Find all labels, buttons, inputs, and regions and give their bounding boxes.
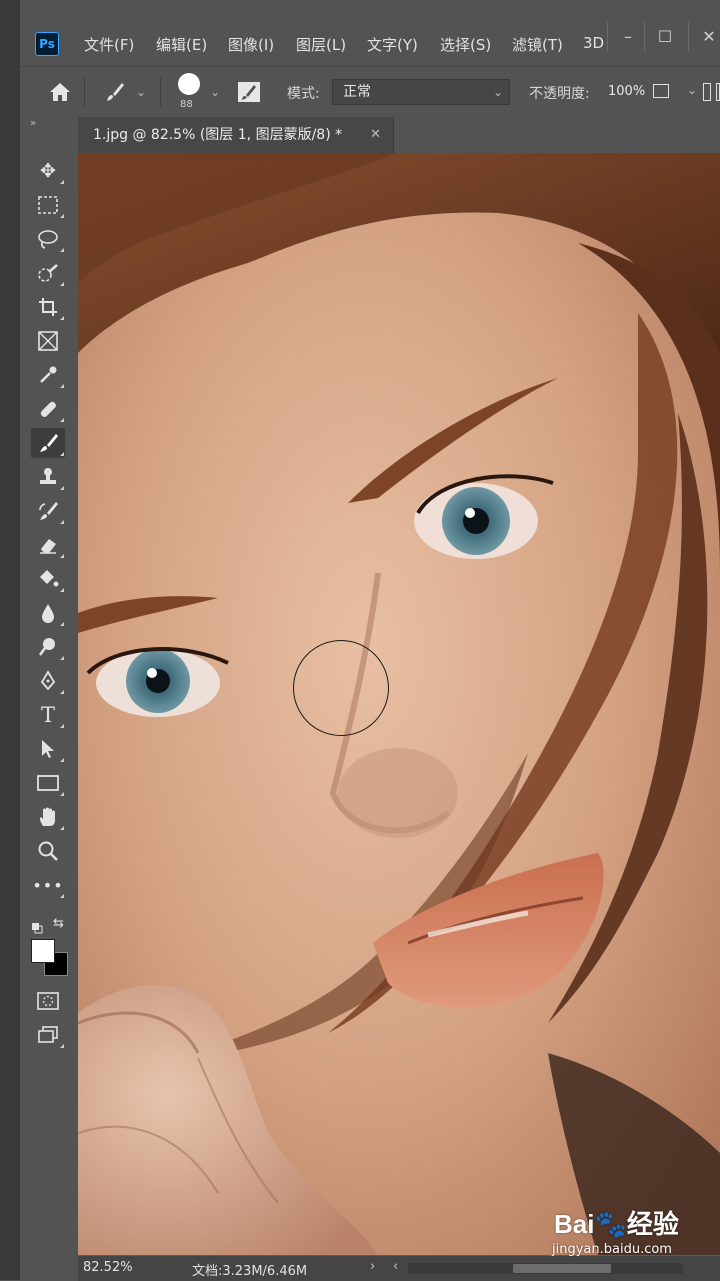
move-icon[interactable]: ✥: [31, 156, 65, 186]
collapse-panel-icon[interactable]: »: [30, 118, 36, 129]
rectangle-icon[interactable]: [31, 768, 65, 798]
opacity-label: 不透明度:: [529, 86, 590, 102]
chevron-down-icon[interactable]: ⌄: [687, 83, 697, 97]
eyedropper-icon[interactable]: [31, 360, 65, 390]
zoom-level[interactable]: 82.52%: [83, 1260, 133, 1275]
tab-strip: [394, 117, 720, 153]
brush-tip-icon[interactable]: [178, 73, 200, 95]
mode-label: 模式:: [287, 86, 320, 102]
rect-marquee-icon[interactable]: [31, 190, 65, 220]
type-icon[interactable]: T: [31, 700, 65, 730]
quick-mask-icon[interactable]: [31, 986, 65, 1016]
separator: [84, 77, 85, 107]
eraser-icon[interactable]: [31, 530, 65, 560]
swap-colors-icon[interactable]: ⇆: [53, 916, 64, 931]
crop-icon[interactable]: [31, 292, 65, 322]
menu-image[interactable]: 图像(I): [228, 34, 274, 55]
mode-select[interactable]: 正常 ⌄: [332, 79, 510, 105]
minimize-button[interactable]: –: [607, 22, 648, 52]
chevron-left-icon[interactable]: ‹: [393, 1259, 398, 1274]
zoom-icon[interactable]: [31, 836, 65, 866]
close-window-button[interactable]: ✕: [688, 22, 720, 52]
menu-3d[interactable]: 3D: [583, 34, 604, 52]
brush-size-value: 88: [180, 99, 193, 110]
close-icon[interactable]: ✕: [370, 117, 381, 153]
opacity-input[interactable]: 100%: [608, 81, 650, 103]
brush-settings-panel-icon[interactable]: [238, 82, 260, 102]
stamp-icon[interactable]: [31, 462, 65, 492]
ellipsis-icon[interactable]: •••: [31, 870, 65, 900]
pressure-opacity-icon[interactable]: [703, 83, 711, 101]
watermark-url: jingyan.baidu.com: [552, 1242, 672, 1257]
portrait-image: [78, 153, 720, 1255]
menu-filter[interactable]: 滤镜(T): [512, 34, 563, 55]
window-edge: [0, 0, 20, 1280]
separator: [160, 77, 161, 107]
bandage-icon[interactable]: [31, 394, 65, 424]
options-bar: ⌄ 88 ⌄ 模式: 正常 ⌄ 不透明度: 100% ⌄: [20, 66, 720, 118]
lasso-icon[interactable]: [31, 224, 65, 254]
brush-preset-icon[interactable]: [104, 81, 126, 107]
tools-panel: » ✥ T ••• ⇆: [20, 116, 79, 1280]
menu-bar: Ps 文件(F) 编辑(E) 图像(I) 图层(L) 文字(Y) 选择(S) 滤…: [20, 22, 720, 66]
chevron-down-icon: ⌄: [492, 85, 503, 99]
pen-icon[interactable]: [31, 666, 65, 696]
menu-layer[interactable]: 图层(L): [296, 34, 346, 55]
default-colors-icon[interactable]: [31, 919, 43, 938]
dodge-icon[interactable]: [31, 632, 65, 662]
menu-edit[interactable]: 编辑(E): [156, 34, 207, 55]
document-size: 文档:3.23M/6.46M: [192, 1264, 308, 1279]
arrow-icon[interactable]: [31, 734, 65, 764]
flow-icon[interactable]: [716, 83, 720, 101]
brush-icon[interactable]: [31, 428, 65, 458]
mode-value: 正常: [343, 84, 371, 100]
chevron-right-icon[interactable]: ›: [370, 1259, 375, 1274]
document-title: 1.jpg @ 82.5% (图层 1, 图层蒙版/8) *: [93, 127, 343, 143]
opacity-slider-icon[interactable]: [653, 84, 669, 98]
chevron-down-icon[interactable]: ⌄: [136, 85, 146, 99]
quick-select-icon[interactable]: [31, 258, 65, 288]
baidu-jingyan-watermark: Bai🐾经验 jingyan.baidu.com: [548, 1198, 718, 1262]
brush-cursor: [293, 640, 389, 736]
maximize-button[interactable]: ☐: [644, 22, 685, 52]
home-icon[interactable]: [48, 81, 72, 107]
menu-type[interactable]: 文字(Y): [367, 34, 418, 55]
scrollbar-thumb[interactable]: [513, 1264, 611, 1273]
foreground-color-swatch[interactable]: [31, 939, 55, 963]
menu-select[interactable]: 选择(S): [440, 34, 491, 55]
chevron-down-icon[interactable]: ⌄: [210, 85, 220, 99]
screen-mode-icon[interactable]: [31, 1020, 65, 1050]
menu-file[interactable]: 文件(F): [84, 34, 134, 55]
document-canvas[interactable]: [78, 153, 720, 1255]
drop-icon[interactable]: [31, 598, 65, 628]
horizontal-scrollbar[interactable]: [408, 1263, 683, 1274]
hand-icon[interactable]: [31, 802, 65, 832]
bucket-icon[interactable]: [31, 564, 65, 594]
photoshop-logo-icon[interactable]: Ps: [35, 32, 59, 56]
watermark-logo: Bai🐾经验: [554, 1209, 679, 1239]
document-tab[interactable]: 1.jpg @ 82.5% (图层 1, 图层蒙版/8) * ✕: [78, 117, 394, 153]
history-brush-icon[interactable]: [31, 496, 65, 526]
frame-icon[interactable]: [31, 326, 65, 356]
